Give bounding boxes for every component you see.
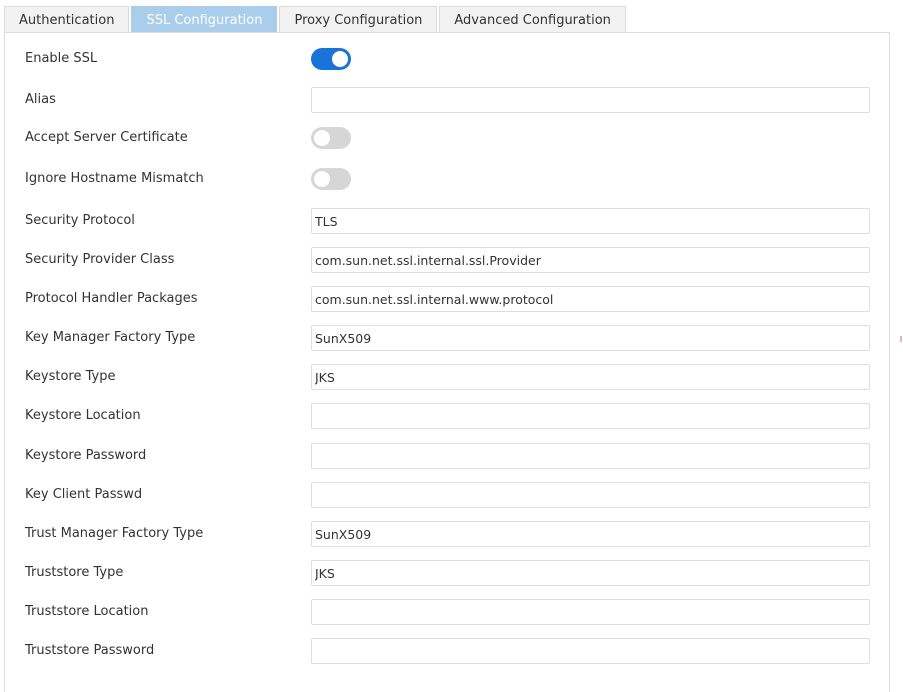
security-provider-class-input[interactable] (311, 247, 870, 273)
accept-server-certificate-label: Accept Server Certificate (25, 130, 188, 145)
security-provider-class-label: Security Provider Class (25, 252, 175, 267)
accept-server-certificate-row: Accept Server Certificate (5, 125, 889, 151)
truststore-location-row: Truststore Location (5, 599, 889, 625)
truststore-type-input[interactable] (311, 560, 870, 586)
key-client-passwd-row: Key Client Passwd (5, 482, 889, 508)
security-protocol-label: Security Protocol (25, 213, 135, 228)
key-manager-factory-type-input[interactable] (311, 325, 870, 351)
toggle-knob (332, 51, 348, 67)
truststore-type-label: Truststore Type (25, 565, 124, 580)
truststore-password-input[interactable] (311, 638, 870, 664)
ignore-hostname-mismatch-label: Ignore Hostname Mismatch (25, 171, 204, 186)
keystore-type-row: Keystore Type (5, 364, 889, 390)
ignore-hostname-mismatch-toggle[interactable] (311, 168, 351, 190)
enable-ssl-label: Enable SSL (25, 51, 98, 66)
key-client-passwd-label: Key Client Passwd (25, 487, 143, 502)
accept-server-certificate-toggle[interactable] (311, 127, 351, 149)
keystore-type-label: Keystore Type (25, 369, 116, 384)
tab-advanced-configuration[interactable]: Advanced Configuration (439, 6, 626, 33)
truststore-location-input[interactable] (311, 599, 870, 625)
alias-input[interactable] (311, 87, 870, 113)
keystore-password-label: Keystore Password (25, 448, 147, 463)
enable-ssl-toggle[interactable] (311, 48, 351, 70)
security-protocol-input[interactable] (311, 208, 870, 234)
truststore-password-row: Truststore Password (5, 638, 889, 664)
tab-authentication[interactable]: Authentication (4, 6, 130, 33)
edge-divider (900, 336, 902, 342)
ssl-configuration-panel: Enable SSL Alias Accept Server Certifica… (4, 32, 890, 692)
keystore-password-input[interactable] (311, 443, 870, 469)
keystore-location-label: Keystore Location (25, 408, 141, 423)
tab-proxy-configuration[interactable]: Proxy Configuration (279, 6, 438, 33)
trust-manager-factory-type-label: Trust Manager Factory Type (25, 526, 204, 541)
alias-label: Alias (25, 92, 56, 107)
enable-ssl-row: Enable SSL (5, 46, 889, 72)
protocol-handler-packages-input[interactable] (311, 286, 870, 312)
alias-row: Alias (5, 87, 889, 113)
trust-manager-factory-type-row: Trust Manager Factory Type (5, 521, 889, 547)
security-provider-class-row: Security Provider Class (5, 247, 889, 273)
protocol-handler-packages-label: Protocol Handler Packages (25, 291, 198, 306)
key-client-passwd-input[interactable] (311, 482, 870, 508)
toggle-knob (314, 130, 330, 146)
key-manager-factory-type-row: Key Manager Factory Type (5, 325, 889, 351)
keystore-location-input[interactable] (311, 403, 870, 429)
keystore-type-input[interactable] (311, 364, 870, 390)
trust-manager-factory-type-input[interactable] (311, 521, 870, 547)
truststore-location-label: Truststore Location (25, 604, 149, 619)
tab-bar: Authentication SSL Configuration Proxy C… (4, 6, 626, 33)
ignore-hostname-mismatch-row: Ignore Hostname Mismatch (5, 166, 889, 192)
keystore-password-row: Keystore Password (5, 443, 889, 469)
truststore-type-row: Truststore Type (5, 560, 889, 586)
tab-ssl-configuration[interactable]: SSL Configuration (131, 6, 278, 33)
keystore-location-row: Keystore Location (5, 403, 889, 429)
security-protocol-row: Security Protocol (5, 208, 889, 234)
key-manager-factory-type-label: Key Manager Factory Type (25, 330, 196, 345)
protocol-handler-packages-row: Protocol Handler Packages (5, 286, 889, 312)
truststore-password-label: Truststore Password (25, 643, 155, 658)
toggle-knob (314, 171, 330, 187)
